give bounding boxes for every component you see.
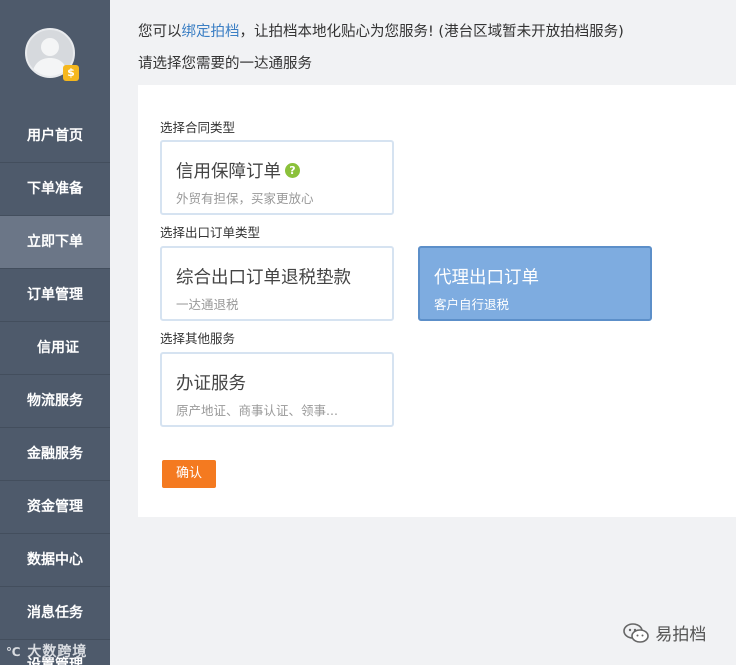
- sidebar-item-home[interactable]: 用户首页: [0, 110, 110, 163]
- card-description: 原产地证、商事认证、领事...: [176, 403, 338, 418]
- card-title: 办证服务: [176, 374, 246, 394]
- sidebar-item-finance[interactable]: 金融服务: [0, 428, 110, 481]
- sidebar-nav: 用户首页 下单准备 立即下单 订单管理 信用证 物流服务 金融服务 资金管理 数…: [0, 110, 110, 640]
- credit-guarantee-order-card[interactable]: 信用保障订单? 外贸有担保，买家更放心: [160, 140, 394, 215]
- sidebar: $ 用户首页 下单准备 立即下单 订单管理 信用证 物流服务 金融服务 资金管理…: [0, 0, 110, 665]
- card-title: 信用保障订单?: [176, 158, 300, 183]
- sidebar-item-data-center[interactable]: 数据中心: [0, 534, 110, 587]
- confirm-button[interactable]: 确认: [162, 460, 216, 488]
- export-order-type-label: 选择出口订单类型: [160, 225, 261, 240]
- contract-type-label: 选择合同类型: [160, 120, 236, 135]
- watermark-logo-icon: ℃: [6, 645, 22, 659]
- sidebar-item-messages[interactable]: 消息任务: [0, 587, 110, 640]
- user-avatar[interactable]: $: [25, 28, 79, 81]
- card-title: 综合出口订单退税垫款: [176, 268, 351, 288]
- brand-name: 易拍档: [655, 625, 707, 645]
- watermark-label: 大数跨境: [27, 644, 88, 660]
- sidebar-item-logistics[interactable]: 物流服务: [0, 375, 110, 428]
- coin-badge-icon: $: [63, 65, 79, 81]
- sidebar-item-funds[interactable]: 资金管理: [0, 481, 110, 534]
- sidebar-item-letter-of-credit[interactable]: 信用证: [0, 322, 110, 375]
- other-services-label: 选择其他服务: [160, 331, 236, 346]
- card-description: 外贸有担保，买家更放心: [176, 191, 314, 206]
- certificate-service-card[interactable]: 办证服务 原产地证、商事认证、领事...: [160, 352, 394, 427]
- agency-export-order-card[interactable]: 代理出口订单 客户自行退税: [418, 246, 652, 321]
- help-icon[interactable]: ?: [285, 162, 300, 178]
- partner-notice: 您可以绑定拍档，让拍档本地化贴心为您服务! (港台区域暂未开放拍档服务): [138, 22, 624, 42]
- brand-watermark: 易拍档: [622, 620, 706, 646]
- card-description: 一达通退税: [176, 297, 239, 312]
- sidebar-item-place-order[interactable]: 立即下单: [0, 216, 110, 269]
- sidebar-item-order-management[interactable]: 订单管理: [0, 269, 110, 322]
- notice-prefix: 您可以: [138, 24, 182, 40]
- comprehensive-export-order-card[interactable]: 综合出口订单退税垫款 一达通退税: [160, 246, 394, 321]
- card-title: 代理出口订单: [434, 268, 539, 288]
- watermark-text: ℃ 大数跨境: [6, 641, 87, 661]
- service-prompt: 请选择您需要的一达通服务: [138, 56, 312, 72]
- service-selection-panel: 选择合同类型 信用保障订单? 外贸有担保，买家更放心 选择出口订单类型 综合出口…: [138, 85, 736, 517]
- notice-suffix: ，让拍档本地化贴心为您服务! (港台区域暂未开放拍档服务): [239, 24, 624, 40]
- card-description: 客户自行退税: [434, 297, 510, 312]
- sidebar-item-order-prep[interactable]: 下单准备: [0, 163, 110, 216]
- wechat-icon: [622, 622, 650, 644]
- credit-guarantee-title: 信用保障订单: [176, 162, 281, 182]
- bind-partner-link[interactable]: 绑定拍档: [182, 24, 240, 40]
